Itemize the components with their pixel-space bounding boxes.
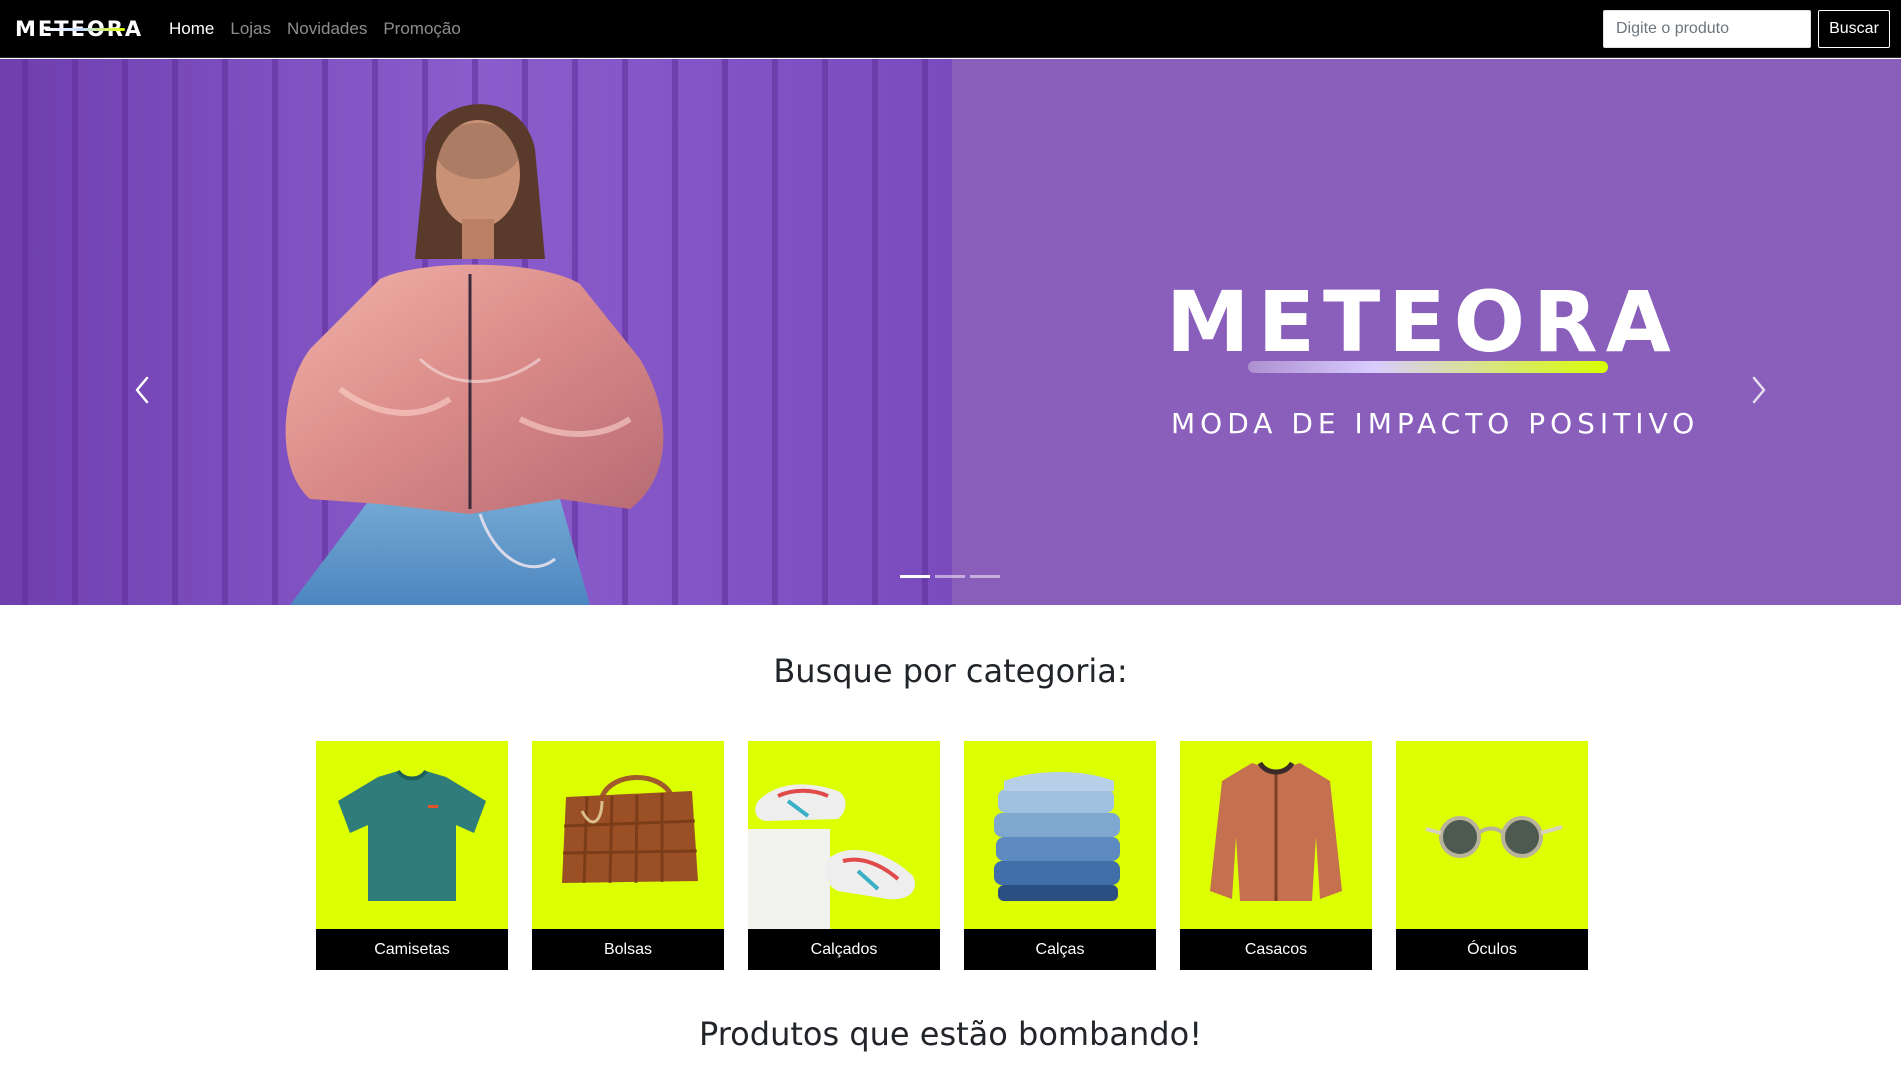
search-input[interactable]	[1603, 10, 1811, 48]
top-navbar: METEORA Home Lojas Novidades Promoção Bu…	[0, 0, 1901, 58]
trending-title: Produtos que estão bombando!	[698, 1015, 1203, 1053]
search-button[interactable]: Buscar	[1818, 10, 1890, 48]
category-label: Calças	[964, 929, 1156, 970]
carousel-indicator-2[interactable]	[935, 575, 965, 578]
hero-logo-streak	[1248, 361, 1608, 373]
nav-links: Home Lojas Novidades Promoção	[169, 18, 461, 40]
jeans-icon	[994, 772, 1120, 901]
category-card-bolsas[interactable]: Bolsas	[532, 741, 724, 970]
brand-logo-streak	[45, 28, 125, 31]
category-card-casacos[interactable]: Casacos	[1180, 741, 1372, 970]
hero-photo-illustration	[0, 59, 952, 605]
brand-logo[interactable]: METEORA	[15, 17, 143, 41]
nav-link-novidades[interactable]: Novidades	[287, 18, 367, 40]
category-card-calcados[interactable]: Calçados	[748, 741, 940, 970]
category-grid: Camisetas Bolsas Calçados Calças Casacos…	[316, 741, 1588, 970]
hero-model-photo	[0, 59, 952, 605]
category-card-oculos[interactable]: Óculos	[1396, 741, 1588, 970]
chevron-left-icon	[135, 376, 149, 404]
category-label: Óculos	[1396, 929, 1588, 970]
tshirt-icon	[338, 769, 486, 901]
hero-title: METEORA	[1166, 273, 1679, 371]
nav-link-promocao[interactable]: Promoção	[383, 18, 460, 40]
category-label: Bolsas	[532, 929, 724, 970]
category-label: Casacos	[1180, 929, 1372, 970]
category-label: Calçados	[748, 929, 940, 970]
carousel-prev-button[interactable]	[123, 364, 163, 416]
categories-title: Busque por categoria:	[773, 652, 1128, 690]
category-card-calcas[interactable]: Calças	[964, 741, 1156, 970]
carousel-indicator-3[interactable]	[970, 575, 1000, 578]
hero-carousel: METEORA MODA DE IMPACTO POSITIVO	[0, 59, 1901, 605]
sunglasses-icon	[1425, 816, 1563, 858]
chevron-right-icon	[1752, 376, 1766, 404]
jacket-icon	[1210, 761, 1342, 901]
carousel-indicators	[900, 575, 1000, 578]
category-label: Camisetas	[316, 929, 508, 970]
carousel-indicator-1[interactable]	[900, 575, 930, 578]
hero-subtitle: MODA DE IMPACTO POSITIVO	[1171, 407, 1700, 440]
carousel-next-button[interactable]	[1738, 364, 1778, 416]
bag-icon	[562, 775, 698, 884]
hero-brand-logo: METEORA MODA DE IMPACTO POSITIVO	[1166, 273, 1694, 447]
sneakers-icon	[748, 784, 916, 929]
nav-link-home[interactable]: Home	[169, 18, 214, 40]
category-card-camisetas[interactable]: Camisetas	[316, 741, 508, 970]
nav-link-lojas[interactable]: Lojas	[230, 18, 271, 40]
